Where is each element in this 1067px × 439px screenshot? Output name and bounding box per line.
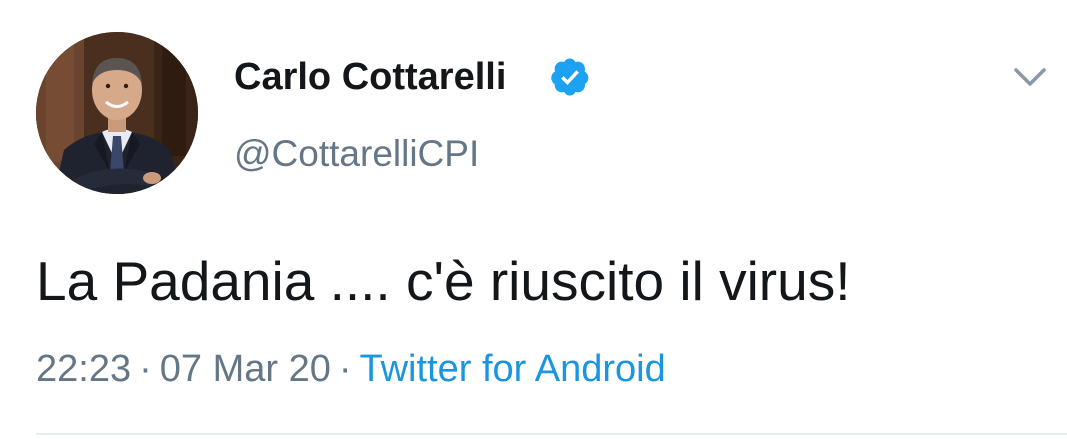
tweet-date[interactable]: 07 Mar 20	[160, 348, 331, 390]
verified-badge-icon	[551, 58, 589, 96]
tweet-meta: 22:23 · 07 Mar 20 · Twitter for Android	[36, 344, 666, 394]
tweet-text: La Padania .... c'è riuscito il virus!	[36, 250, 851, 312]
meta-separator: ·	[139, 348, 152, 390]
tweet-card: Carlo Cottarelli @CottarelliCPI La Padan…	[0, 0, 1067, 439]
avatar-photo	[36, 32, 198, 194]
chevron-down-icon[interactable]	[1012, 63, 1048, 91]
avatar[interactable]	[36, 32, 198, 194]
display-name[interactable]: Carlo Cottarelli	[234, 52, 506, 102]
tweet-time[interactable]: 22:23	[36, 348, 131, 390]
meta-separator: ·	[338, 348, 352, 390]
user-handle[interactable]: @CottarelliCPI	[234, 131, 479, 177]
divider	[36, 433, 1067, 435]
tweet-source-link[interactable]: Twitter for Android	[360, 348, 666, 390]
